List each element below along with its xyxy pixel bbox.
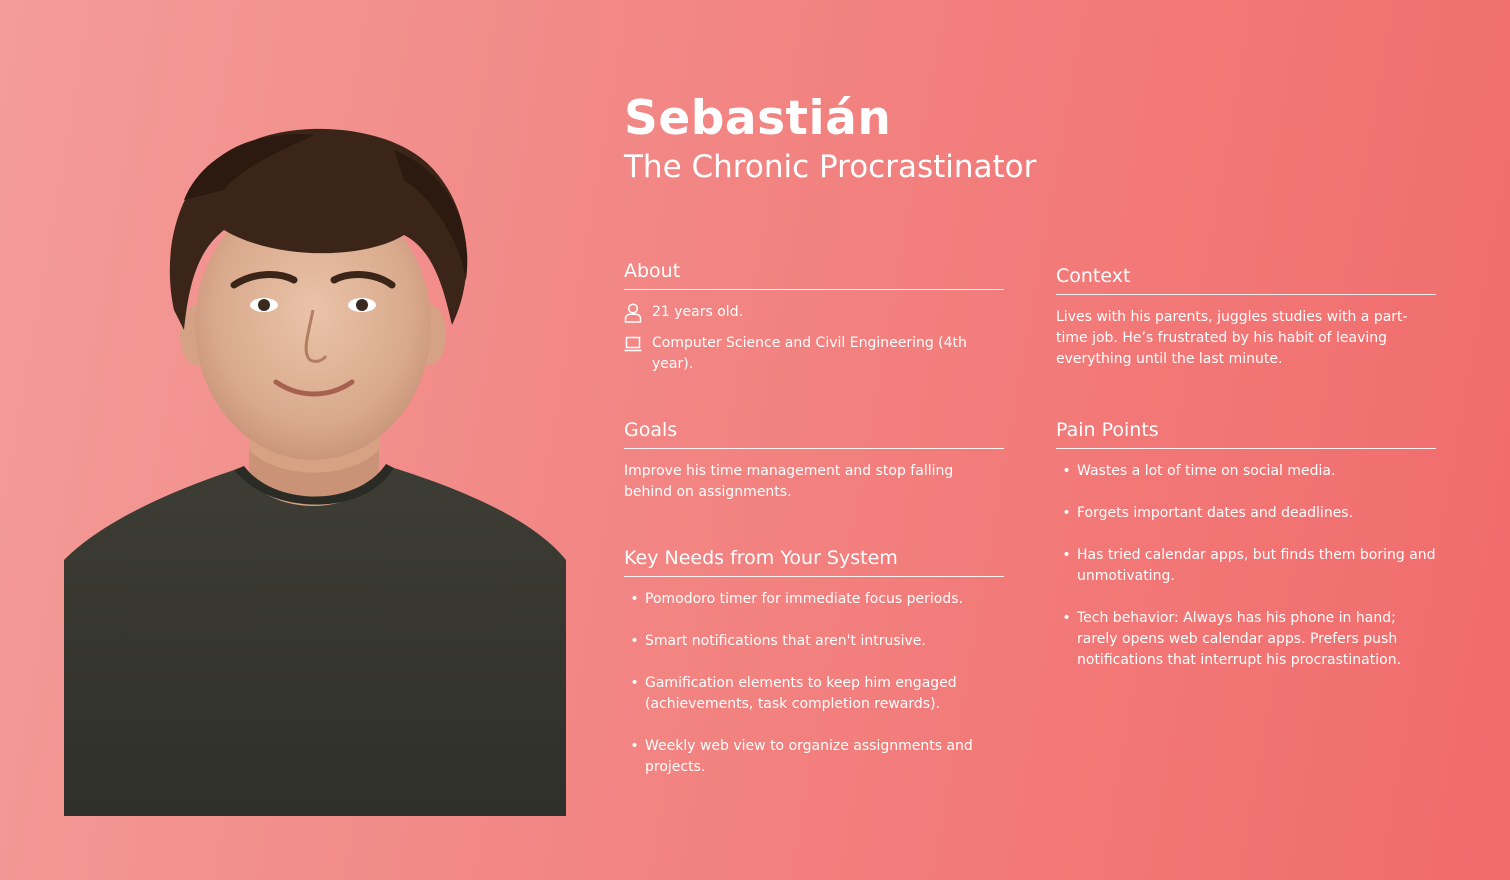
bullet-icon: • — [1062, 463, 1071, 479]
about-section: About 21 years old. Computer Science and… — [624, 258, 1004, 385]
context-section: Context Lives with his parents, juggles … — [1056, 263, 1436, 370]
goals-title: Goals — [624, 417, 1004, 449]
list-item: • Tech behavior: Always has his phone in… — [1056, 608, 1436, 671]
fact-age: 21 years old. — [624, 302, 1004, 323]
fact-age-text: 21 years old. — [652, 304, 744, 320]
bullet-icon: • — [630, 633, 639, 649]
bullet-icon: • — [1062, 610, 1071, 626]
list-item: • Gamification elements to keep him enga… — [624, 673, 1004, 715]
list-item-text: Has tried calendar apps, but finds them … — [1077, 547, 1436, 584]
laptop-icon — [624, 333, 642, 354]
list-item-text: Smart notifications that aren't intrusiv… — [645, 633, 926, 649]
persona-photo — [64, 120, 566, 816]
person-icon — [624, 302, 642, 323]
list-item-text: Pomodoro timer for immediate focus perio… — [645, 591, 964, 607]
key-needs-title: Key Needs from Your System — [624, 545, 1004, 577]
list-item-text: Tech behavior: Always has his phone in h… — [1077, 610, 1402, 668]
list-item-text: Gamification elements to keep him engage… — [645, 675, 957, 712]
bullet-icon: • — [1062, 547, 1071, 563]
about-title: About — [624, 258, 1004, 290]
list-item: • Forgets important dates and deadlines. — [1056, 503, 1436, 524]
pain-points-list: • Wastes a lot of time on social media. … — [1056, 461, 1436, 671]
list-item: • Weekly web view to organize assignment… — [624, 736, 1004, 778]
key-needs-list: • Pomodoro timer for immediate focus per… — [624, 589, 1004, 778]
list-item: • Smart notifications that aren't intrus… — [624, 631, 1004, 652]
context-title: Context — [1056, 263, 1436, 295]
goals-section: Goals Improve his time management and st… — [624, 417, 1004, 503]
bullet-icon: • — [630, 738, 639, 754]
persona-name: Sebastián — [624, 91, 892, 146]
key-needs-section: Key Needs from Your System • Pomodoro ti… — [624, 545, 1004, 799]
fact-studies: Computer Science and Civil Engineering (… — [624, 333, 1004, 375]
about-facts: 21 years old. Computer Science and Civil… — [624, 302, 1004, 375]
list-item-text: Wastes a lot of time on social media. — [1077, 463, 1336, 479]
bullet-icon: • — [630, 675, 639, 691]
fact-studies-text: Computer Science and Civil Engineering (… — [652, 335, 967, 372]
pain-points-section: Pain Points • Wastes a lot of time on so… — [1056, 417, 1436, 692]
bullet-icon: • — [1062, 505, 1071, 521]
context-text: Lives with his parents, juggles studies … — [1056, 309, 1408, 367]
list-item: • Pomodoro timer for immediate focus per… — [624, 589, 1004, 610]
list-item-text: Forgets important dates and deadlines. — [1077, 505, 1354, 521]
list-item: • Wastes a lot of time on social media. — [1056, 461, 1436, 482]
pain-points-title: Pain Points — [1056, 417, 1436, 449]
bullet-icon: • — [630, 591, 639, 607]
list-item: • Has tried calendar apps, but finds the… — [1056, 545, 1436, 587]
goals-text: Improve his time management and stop fal… — [624, 463, 954, 500]
persona-archetype: The Chronic Procrastinator — [624, 149, 1037, 185]
list-item-text: Weekly web view to organize assignments … — [645, 738, 973, 775]
